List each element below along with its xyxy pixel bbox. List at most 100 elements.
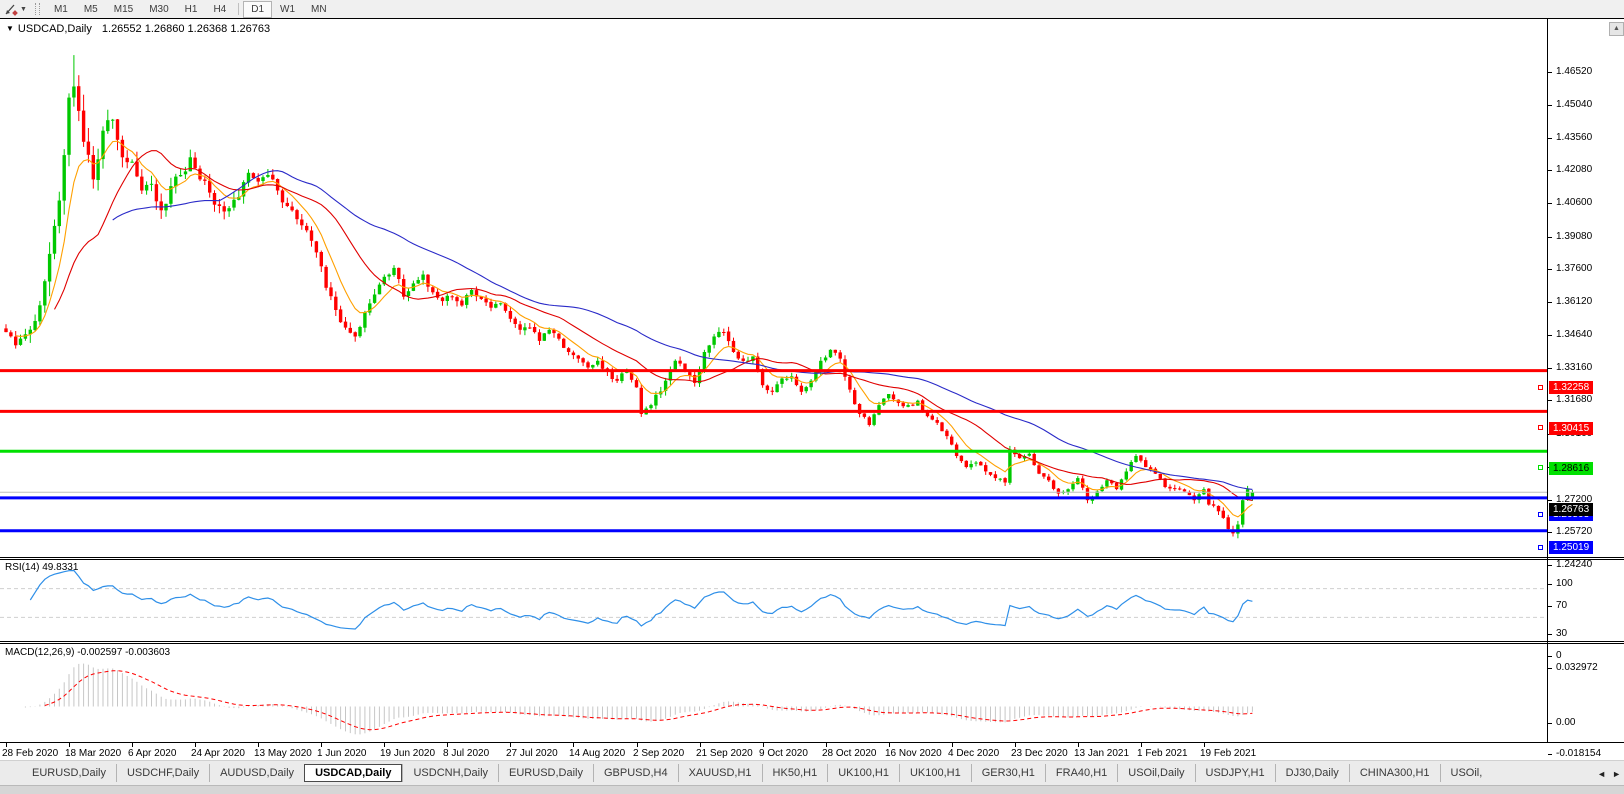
candle-body [872, 414, 876, 425]
candle-body [673, 360, 677, 370]
candle-body [363, 312, 367, 328]
level-price-label[interactable]: 1.30415 [1549, 422, 1594, 435]
cursor-tool-button[interactable]: ▼ [0, 3, 31, 16]
ma-slow-line[interactable] [112, 170, 1253, 490]
candle-body [848, 376, 852, 390]
tab-gbpusd-h4[interactable]: GBPUSD,H4 [593, 764, 678, 782]
tab-usdchf-daily[interactable]: USDCHF,Daily [115, 764, 209, 782]
hline-handle[interactable] [1538, 425, 1543, 430]
date-axis-label: 19 Feb 2021 [1200, 748, 1257, 759]
tab-china300-h1[interactable]: CHINA300,H1 [1348, 764, 1440, 782]
tab-eurusd-daily[interactable]: EURUSD,Daily [498, 764, 593, 782]
tab-uk100-h1[interactable]: UK100,H1 [827, 764, 899, 782]
tab-usdcnh-daily[interactable]: USDCNH,Daily [402, 764, 498, 782]
toolbar-drag-handle[interactable] [34, 3, 40, 15]
candle-body [959, 455, 964, 462]
candle-body [120, 139, 125, 158]
tab-fra40-h1[interactable]: FRA40,H1 [1044, 764, 1117, 782]
chart-collapse-icon[interactable]: ▼ [6, 24, 14, 33]
candle-body [887, 394, 891, 399]
hline-handle[interactable] [1538, 545, 1543, 550]
candle-body [300, 219, 304, 226]
chart-scroll-up-button[interactable]: ▲ [1609, 22, 1624, 36]
hline-handle[interactable] [1538, 512, 1543, 517]
chart-plot-area[interactable] [0, 20, 1547, 743]
candle-body [445, 295, 449, 301]
tab-usoil[interactable]: USOil, [1439, 764, 1493, 782]
candle-body [518, 324, 522, 330]
candle-body [562, 338, 566, 348]
chart-tabs: EURUSD,Daily USDCHF,Daily AUDUSD,Daily USDC… [22, 764, 1492, 782]
candle-body [600, 360, 605, 369]
price-tick-mark [1548, 170, 1552, 171]
date-tick-mark [889, 743, 890, 747]
candle-body [115, 119, 120, 140]
candle-body [397, 267, 401, 279]
candle-body [547, 329, 551, 334]
tf-button-h1[interactable]: H1 [177, 1, 206, 18]
level-price-label[interactable]: 1.32258 [1549, 381, 1594, 394]
candle-body [329, 287, 333, 297]
tab-usdcad-daily[interactable]: USDCAD,Daily [304, 764, 403, 782]
candle-body [1216, 505, 1221, 512]
candle-body [1250, 492, 1255, 497]
candle-body [4, 328, 8, 333]
candle-body [862, 413, 867, 417]
tab-usoil-daily[interactable]: USOil,Daily [1117, 764, 1194, 782]
tf-button-h4[interactable]: H4 [205, 1, 234, 18]
hline-handle[interactable] [1538, 465, 1543, 470]
candle-body [930, 415, 934, 420]
tab-eurusd-daily[interactable]: EURUSD,Daily [22, 764, 116, 782]
candle-body [1221, 510, 1225, 518]
tf-button-m5[interactable]: M5 [76, 1, 106, 18]
date-axis-label: 9 Oct 2020 [759, 748, 808, 759]
pane-divider-main-rsi[interactable] [0, 557, 1624, 560]
rsi-line[interactable] [29, 569, 1253, 630]
candle-body [217, 204, 222, 206]
tf-button-mn[interactable]: MN [303, 1, 335, 18]
macd-signal-line[interactable] [44, 670, 1253, 731]
candle-body [634, 380, 639, 388]
hline-handle[interactable] [1538, 385, 1543, 390]
price-tick-mark [1548, 368, 1552, 369]
tf-button-m1[interactable]: M1 [46, 1, 76, 18]
candle-body [1173, 488, 1177, 490]
tab-scroll-left-icon[interactable]: ◄ [1597, 769, 1606, 779]
pane-divider-rsi-macd[interactable] [0, 641, 1624, 644]
candle-body [343, 321, 348, 328]
tab-hk50-h1[interactable]: HK50,H1 [761, 764, 828, 782]
date-tick-mark [6, 743, 7, 747]
tf-button-m30[interactable]: M30 [141, 1, 176, 18]
candle-body [9, 332, 13, 337]
tab-uk100-h1[interactable]: UK100,H1 [898, 764, 971, 782]
candle-body [1047, 476, 1051, 481]
tab-scroll-controls: ◄ ► [1591, 761, 1621, 785]
tab-usdjpy-h1[interactable]: USDJPY,H1 [1194, 764, 1275, 782]
date-axis-label: 28 Feb 2020 [2, 748, 59, 759]
candle-body [528, 327, 532, 329]
level-price-label[interactable]: 1.28616 [1549, 462, 1594, 475]
macd-histogram[interactable] [24, 663, 1253, 735]
chart-symbol-label: USDCAD,Daily [17, 23, 92, 35]
tf-button-d1[interactable]: D1 [243, 0, 273, 18]
candle-body [1027, 453, 1031, 456]
candle-body [227, 208, 231, 212]
date-tick-mark [952, 743, 953, 747]
price-axis-tick: 1.40600 [1556, 197, 1593, 208]
tab-scroll-right-icon[interactable]: ► [1612, 769, 1621, 779]
candle-body [251, 173, 256, 178]
candle-body [1071, 483, 1075, 490]
tab-xauusd-h1[interactable]: XAUUSD,H1 [677, 764, 762, 782]
date-tick-mark [447, 743, 448, 747]
candle-body [130, 161, 134, 163]
candle-body [678, 360, 682, 364]
level-price-label[interactable]: 1.25019 [1549, 541, 1594, 554]
tab-audusd-daily[interactable]: AUDUSD,Daily [209, 764, 304, 782]
tab-dj30-daily[interactable]: DJ30,Daily [1274, 764, 1349, 782]
rsi-axis-tick: 100 [1556, 578, 1573, 589]
tab-ger30-h1[interactable]: GER30,H1 [970, 764, 1045, 782]
candle-body [1114, 482, 1119, 490]
candle-body [867, 417, 871, 425]
tf-button-m15[interactable]: M15 [106, 1, 141, 18]
tf-button-w1[interactable]: W1 [272, 1, 303, 18]
